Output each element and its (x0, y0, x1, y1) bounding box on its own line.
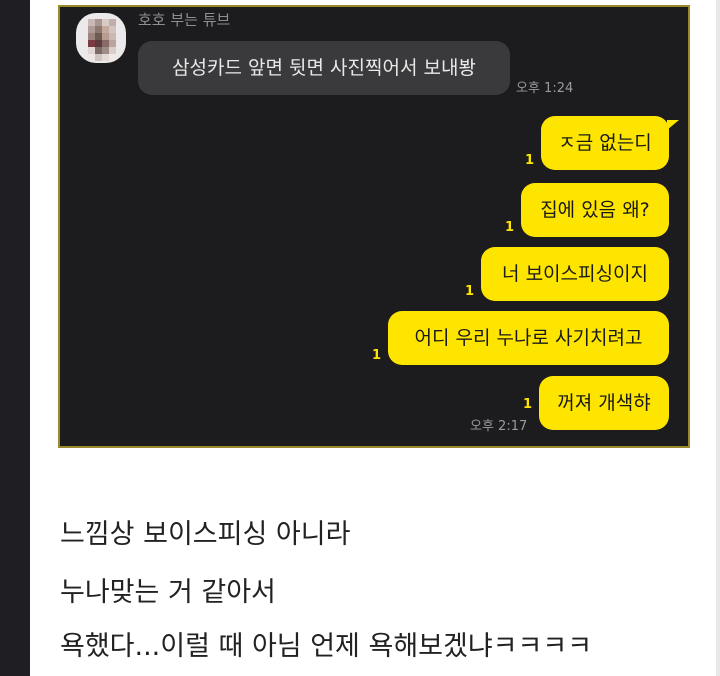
bubble-tail-icon (667, 120, 679, 130)
chat-screenshot: 호호 부는 튜브 삼성카드 앞면 뒷면 사진찍어서 보내봥 오후 1:24 ㅈ금… (58, 5, 690, 448)
post-text-line: 욕했다...이럴 때 아님 언제 욕해보겠냐ㅋㅋㅋㅋ (60, 631, 593, 662)
post-text-line: 느낌상 보이스피싱 아니라 (60, 519, 351, 550)
unread-count: 1 (372, 348, 382, 363)
unread-count: 1 (525, 153, 535, 168)
left-edge-strip (0, 0, 30, 676)
message-timestamp: 오후 2:17 (470, 419, 528, 434)
outgoing-message-bubble[interactable]: 집에 있음 왜? (521, 183, 669, 237)
outgoing-message-bubble[interactable]: 어디 우리 누나로 사기치려고 (388, 311, 669, 365)
right-edge-strip (716, 0, 720, 676)
unread-count: 1 (523, 397, 533, 412)
post-text-line: 누나맞는 거 같아서 (60, 577, 276, 608)
outgoing-message-bubble[interactable]: ㅈ금 없는디 (541, 116, 669, 170)
unread-count: 1 (505, 220, 515, 235)
message-timestamp: 오후 1:24 (516, 81, 574, 96)
sender-avatar[interactable] (76, 13, 126, 63)
sender-name: 호호 부는 튜브 (138, 11, 231, 29)
incoming-message-bubble[interactable]: 삼성카드 앞면 뒷면 사진찍어서 보내봥 (138, 41, 510, 95)
unread-count: 1 (465, 284, 475, 299)
pixelated-face-icon (88, 19, 116, 61)
outgoing-message-bubble[interactable]: 꺼져 개색햐 (539, 376, 669, 430)
outgoing-message-bubble[interactable]: 너 보이스피싱이지 (481, 247, 669, 301)
post-content: 호호 부는 튜브 삼성카드 앞면 뒷면 사진찍어서 보내봥 오후 1:24 ㅈ금… (30, 0, 716, 676)
